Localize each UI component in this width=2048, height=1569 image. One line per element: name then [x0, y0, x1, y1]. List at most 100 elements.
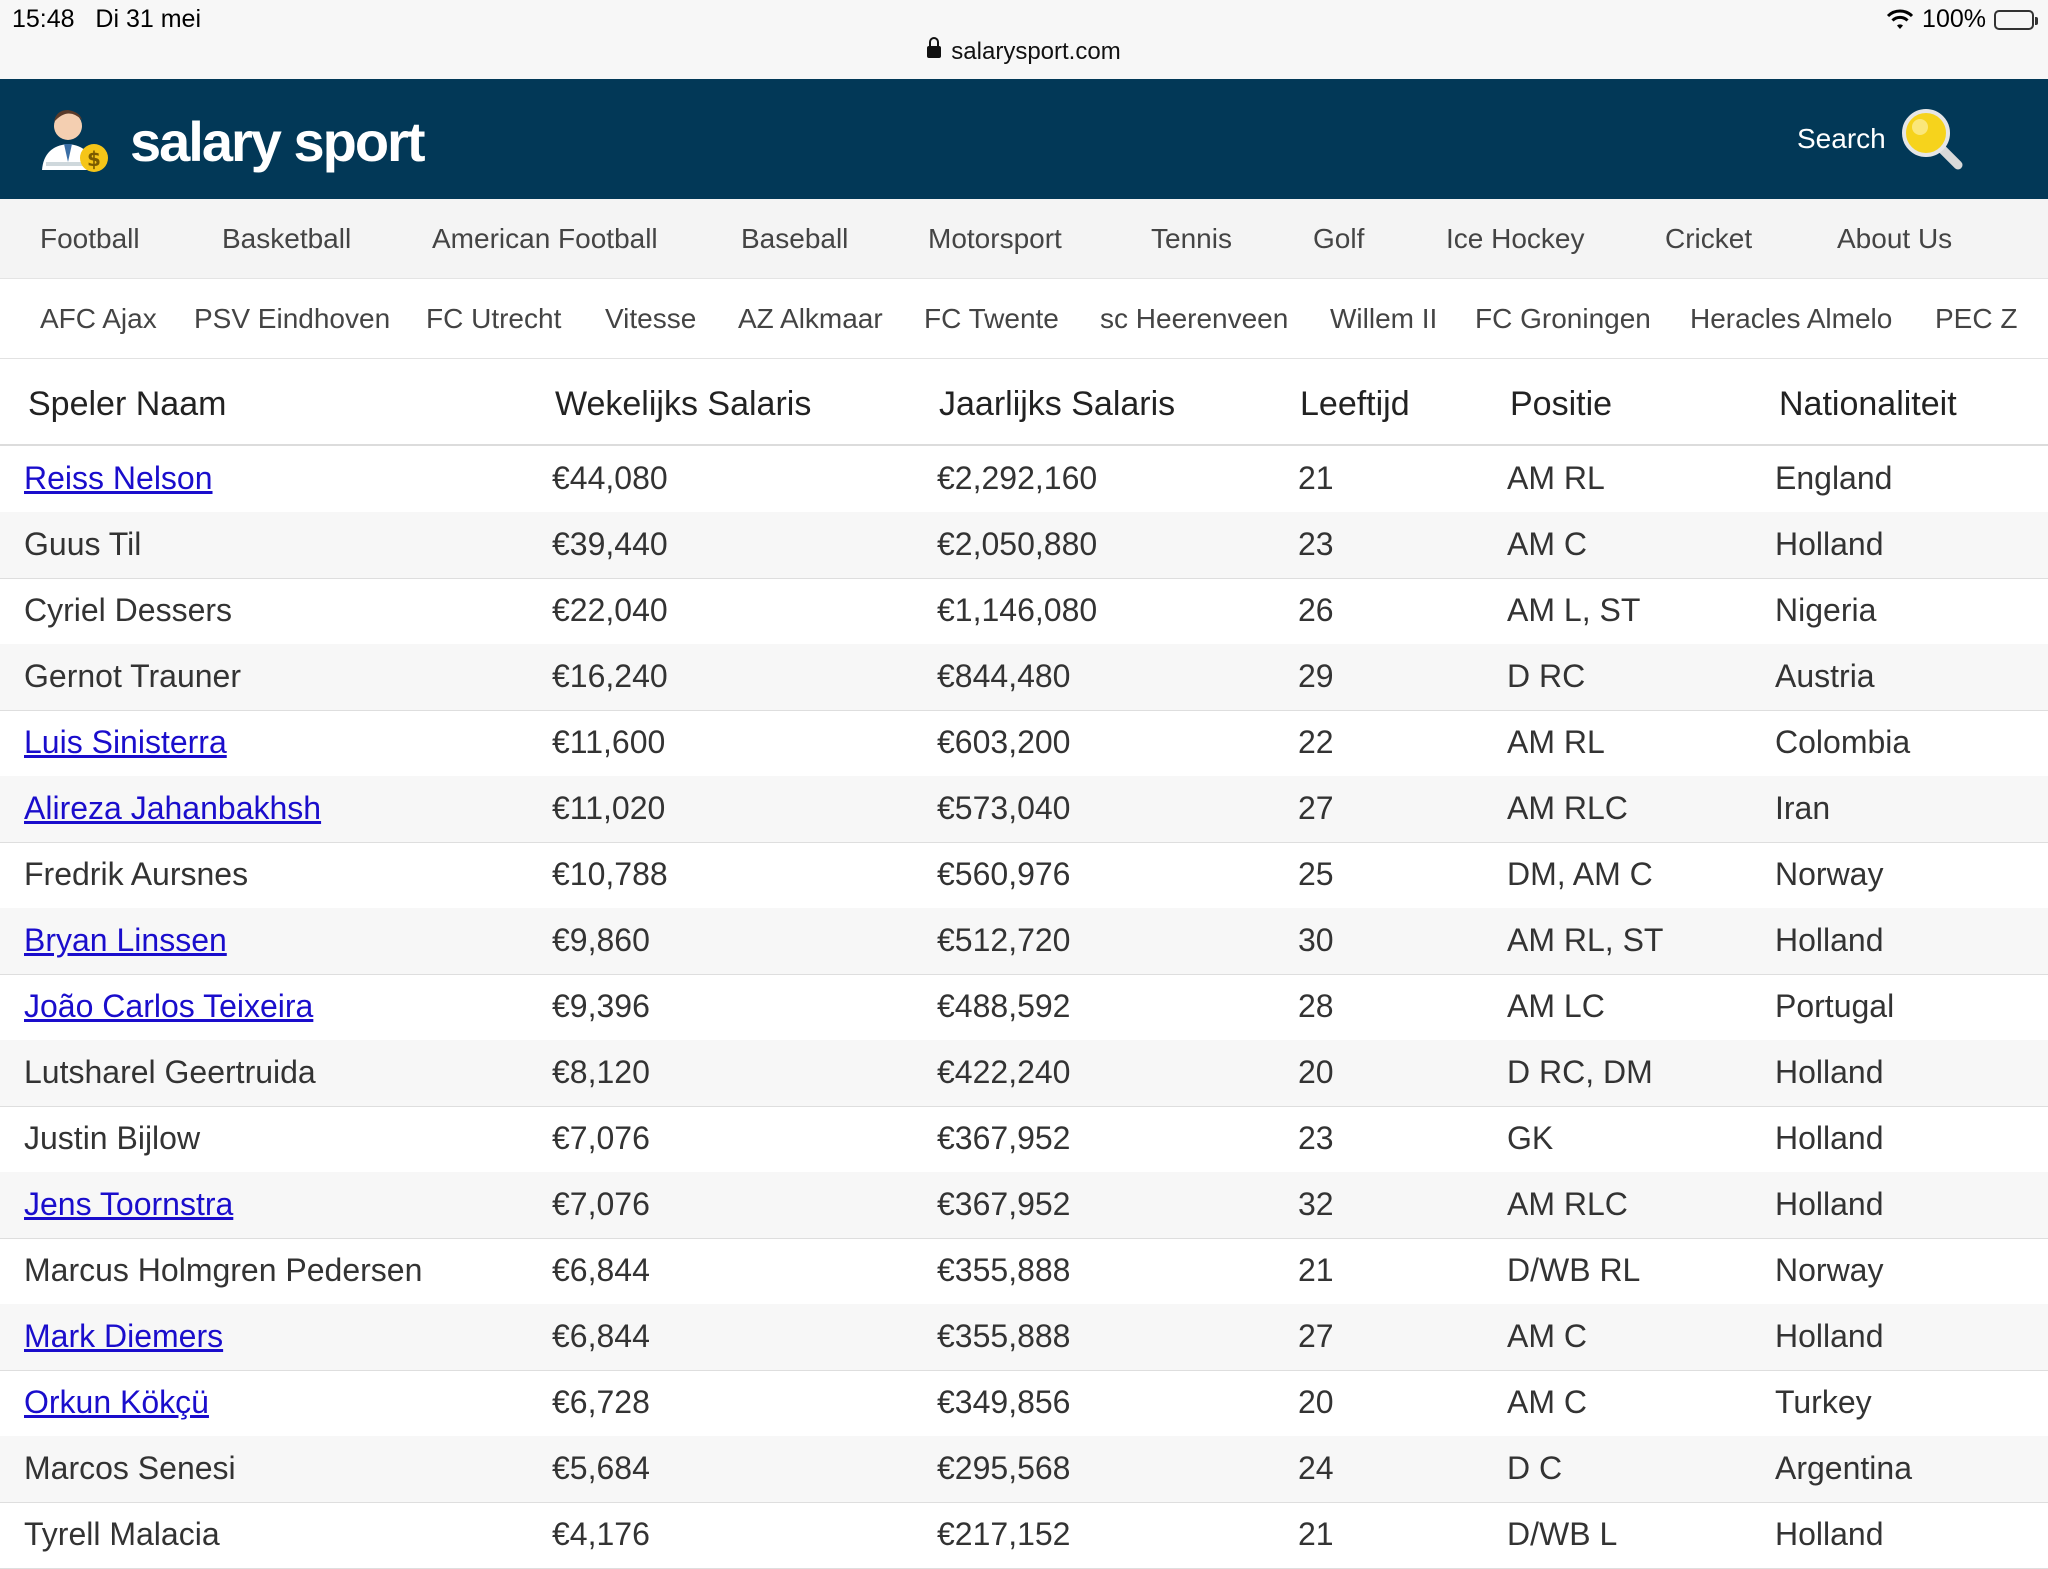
weekly-salary: €11,600 — [552, 724, 666, 760]
player-nationality: Norway — [1775, 856, 1884, 892]
player-name-link[interactable]: Jens Toornstra — [24, 1186, 233, 1223]
table-row: Lutsharel Geertruida €8,120 €422,240 20 D RC… — [0, 1040, 2048, 1107]
nav-about-us[interactable]: About Us — [1837, 223, 1952, 255]
player-position: AM C — [1507, 526, 1587, 562]
nav-tennis[interactable]: Tennis — [1151, 223, 1232, 255]
weekly-salary: €11,020 — [552, 790, 666, 826]
club-psv-eindhoven[interactable]: PSV Eindhoven — [194, 303, 390, 335]
yearly-salary: €217,152 — [937, 1516, 1071, 1552]
table-row: Mark Diemers €6,844 €355,888 27 AM C Holland — [0, 1304, 2048, 1371]
nav-motorsport[interactable]: Motorsport — [928, 223, 1062, 255]
col-header-yearly[interactable]: Jaarlijks Salaris — [939, 385, 1175, 424]
yearly-salary: €1,146,080 — [937, 592, 1098, 628]
yearly-salary: €603,200 — [937, 724, 1071, 760]
weekly-salary: €6,844 — [552, 1252, 650, 1288]
player-position: D/WB RL — [1507, 1252, 1641, 1288]
yearly-salary: €573,040 — [937, 790, 1071, 826]
table-row: Fredrik Aursnes €10,788 €560,976 25 DM, AM C… — [0, 842, 2048, 909]
player-name-link[interactable]: Mark Diemers — [24, 1318, 223, 1355]
weekly-salary: €16,240 — [552, 658, 668, 694]
nav-golf[interactable]: Golf — [1313, 223, 1364, 255]
club-sc-heerenveen[interactable]: sc Heerenveen — [1100, 303, 1288, 335]
player-name-link[interactable]: Alireza Jahanbakhsh — [24, 790, 321, 827]
player-name: Justin Bijlow — [24, 1120, 201, 1156]
player-age: 23 — [1298, 526, 1334, 562]
player-position: AM L, ST — [1507, 592, 1641, 628]
player-age: 27 — [1298, 1318, 1334, 1354]
player-name: Lutsharel Geertruida — [24, 1054, 316, 1090]
nav-ice-hockey[interactable]: Ice Hockey — [1446, 223, 1585, 255]
weekly-salary: €8,120 — [552, 1054, 650, 1090]
player-name: Fredrik Aursnes — [24, 856, 249, 892]
weekly-salary: €44,080 — [552, 460, 668, 496]
club-fc-twente[interactable]: FC Twente — [924, 303, 1059, 335]
table-row: Alireza Jahanbakhsh €11,020 €573,040 27 AM R… — [0, 776, 2048, 843]
col-header-nationality[interactable]: Nationaliteit — [1779, 385, 1957, 424]
yearly-salary: €2,050,880 — [937, 526, 1098, 562]
weekly-salary: €7,076 — [552, 1186, 650, 1222]
player-name-link[interactable]: Orkun Kökçü — [24, 1384, 209, 1421]
club-fc-utrecht[interactable]: FC Utrecht — [426, 303, 561, 335]
player-nationality: Holland — [1775, 526, 1884, 562]
nav-baseball[interactable]: Baseball — [741, 223, 848, 255]
table-row: Jens Toornstra €7,076 €367,952 32 AM RLC Holl… — [0, 1172, 2048, 1239]
player-name: Tyrell Malacia — [24, 1516, 220, 1552]
club-az-alkmaar[interactable]: AZ Alkmaar — [738, 303, 883, 335]
col-header-name[interactable]: Speler Naam — [28, 385, 226, 424]
table-row: Cyriel Dessers €22,040 €1,146,080 26 AM L, S… — [0, 578, 2048, 645]
player-position: DM, AM C — [1507, 856, 1653, 892]
club-afc-ajax[interactable]: AFC Ajax — [40, 303, 157, 335]
player-nationality: Norway — [1775, 1252, 1884, 1288]
yearly-salary: €2,292,160 — [937, 460, 1098, 496]
yearly-salary: €512,720 — [937, 922, 1071, 958]
site-logo-text[interactable]: salary sport — [130, 109, 425, 174]
yearly-salary: €488,592 — [937, 988, 1071, 1024]
url-text: salarysport.com — [951, 38, 1121, 65]
weekly-salary: €10,788 — [552, 856, 668, 892]
player-position: AM C — [1507, 1318, 1587, 1354]
search-icon[interactable] — [1900, 107, 1964, 171]
col-header-weekly[interactable]: Wekelijks Salaris — [555, 385, 811, 424]
address-bar[interactable]: salarysport.com — [0, 37, 2048, 66]
player-age: 20 — [1298, 1384, 1334, 1420]
player-age: 24 — [1298, 1450, 1334, 1486]
player-age: 21 — [1298, 460, 1334, 496]
player-name-link[interactable]: João Carlos Teixeira — [24, 988, 313, 1025]
player-name-link[interactable]: Luis Sinisterra — [24, 724, 227, 761]
player-nationality: Iran — [1775, 790, 1831, 826]
player-name-link[interactable]: Bryan Linssen — [24, 922, 227, 959]
player-position: AM RL, ST — [1507, 922, 1664, 958]
player-age: 29 — [1298, 658, 1334, 694]
nav-american-football[interactable]: American Football — [432, 223, 658, 255]
nav-basketball[interactable]: Basketball — [222, 223, 351, 255]
club-willem-ii[interactable]: Willem II — [1330, 303, 1437, 335]
weekly-salary: €9,396 — [552, 988, 650, 1024]
club-vitesse[interactable]: Vitesse — [605, 303, 696, 335]
weekly-salary: €7,076 — [552, 1120, 650, 1156]
player-nationality: Austria — [1775, 658, 1875, 694]
salary-person-logo-icon[interactable]: $ — [36, 104, 112, 176]
player-name: Marcos Senesi — [24, 1450, 236, 1486]
player-age: 28 — [1298, 988, 1334, 1024]
status-time: 15:48 Di 31 mei — [12, 5, 201, 34]
player-name-link[interactable]: Reiss Nelson — [24, 460, 213, 497]
player-age: 21 — [1298, 1516, 1334, 1552]
search-label[interactable]: Search — [1797, 123, 1886, 155]
player-position: AM RLC — [1507, 790, 1628, 826]
club-heracles-almelo[interactable]: Heracles Almelo — [1690, 303, 1892, 335]
player-nationality: Portugal — [1775, 988, 1895, 1024]
col-header-position[interactable]: Positie — [1510, 385, 1612, 424]
nav-cricket[interactable]: Cricket — [1665, 223, 1752, 255]
yearly-salary: €295,568 — [937, 1450, 1071, 1486]
club-pec-zwolle[interactable]: PEC Z — [1935, 303, 2017, 335]
player-position: AM RL — [1507, 460, 1605, 496]
club-fc-groningen[interactable]: FC Groningen — [1475, 303, 1651, 335]
weekly-salary: €6,844 — [552, 1318, 650, 1354]
nav-football[interactable]: Football — [40, 223, 140, 255]
col-header-age[interactable]: Leeftijd — [1300, 385, 1410, 424]
yearly-salary: €560,976 — [937, 856, 1071, 892]
weekly-salary: €5,684 — [552, 1450, 650, 1486]
player-position: D RC, DM — [1507, 1054, 1653, 1090]
player-position: AM LC — [1507, 988, 1605, 1024]
player-name: Cyriel Dessers — [24, 592, 233, 628]
